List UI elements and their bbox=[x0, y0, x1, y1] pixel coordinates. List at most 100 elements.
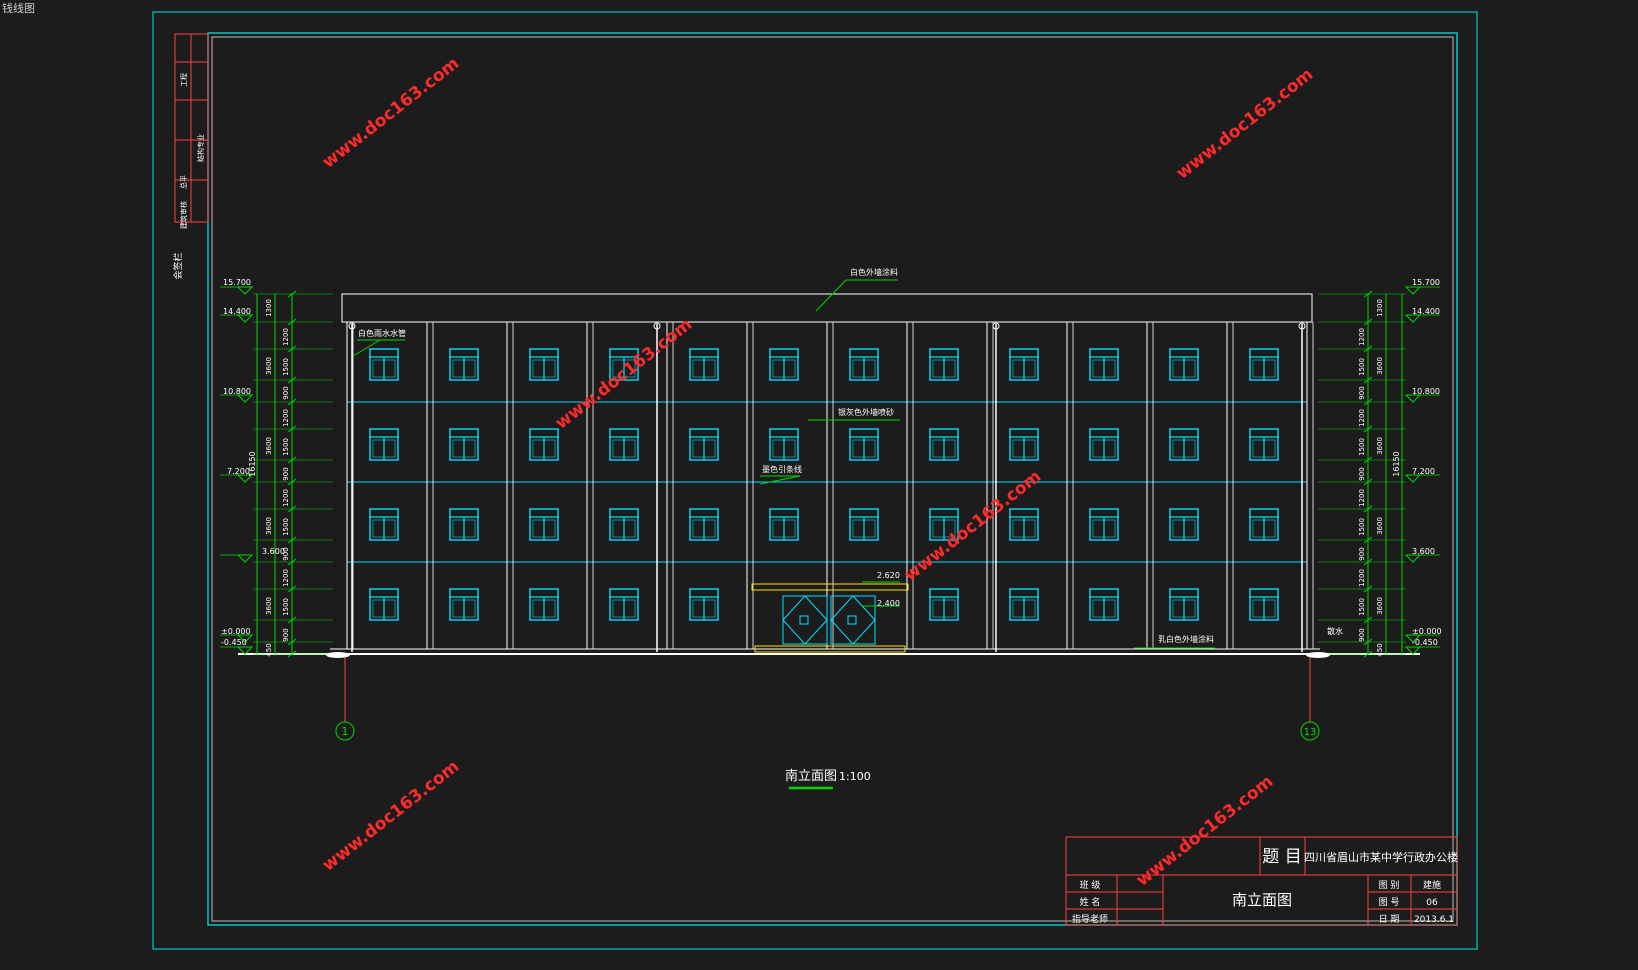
info-value-number: 06 bbox=[1426, 898, 1438, 908]
level-mark-left-6 bbox=[236, 646, 254, 655]
project-name: 四川省眉山市某中学行政办公楼 bbox=[1304, 850, 1458, 864]
row-class-label: 班 级 bbox=[1080, 879, 1101, 891]
window bbox=[1169, 508, 1199, 541]
dim-r-1: 1200 bbox=[1358, 328, 1366, 346]
door-level-top: 2.620 bbox=[877, 571, 900, 580]
window bbox=[609, 428, 639, 461]
axis-label-left: 1 bbox=[342, 725, 349, 738]
info-label-date: 日 期 bbox=[1379, 914, 1400, 925]
info-label-category: 图 别 bbox=[1379, 880, 1400, 891]
window bbox=[1089, 428, 1119, 461]
window bbox=[1089, 588, 1119, 621]
dim-l-4: 1200 bbox=[282, 409, 290, 427]
window bbox=[689, 588, 719, 621]
dim-l-12: 900 bbox=[282, 628, 290, 641]
window bbox=[1249, 348, 1279, 381]
info-value-category: 建施 bbox=[1423, 879, 1441, 891]
watermark-1: www.doc163.com bbox=[319, 54, 464, 173]
title-block-drawing-name: 南立面图 bbox=[1232, 891, 1292, 909]
window bbox=[449, 428, 479, 461]
annotations: 白色外墙涂料 白色雨水水管 银灰色外墙喷砂 墨色引条线 乳白色外墙涂料 散水 bbox=[352, 267, 1343, 649]
window bbox=[1249, 588, 1279, 621]
window bbox=[609, 508, 639, 541]
dim-r-floor-1: 3600 bbox=[1376, 357, 1384, 375]
windows bbox=[369, 348, 1279, 621]
strip-label-1: 工程 bbox=[179, 73, 188, 87]
dim-l-11: 1500 bbox=[282, 598, 290, 616]
dim-r-0: 1300 bbox=[1376, 299, 1384, 317]
dim-r-9: 900 bbox=[1358, 547, 1366, 560]
note-silver-spray: 银灰色外墙喷砂 bbox=[838, 407, 894, 417]
window bbox=[1249, 428, 1279, 461]
dim-r-11: 1500 bbox=[1358, 598, 1366, 616]
dim-r-8: 1500 bbox=[1358, 518, 1366, 536]
level-mark-right-1 bbox=[1404, 314, 1422, 323]
level-mark-left-1 bbox=[236, 314, 254, 323]
window bbox=[449, 588, 479, 621]
dim-l-floor-3: 3600 bbox=[265, 517, 273, 535]
dim-l-3: 900 bbox=[282, 386, 290, 399]
dim-l-floor-2: 3600 bbox=[265, 437, 273, 455]
window bbox=[369, 348, 399, 381]
level-right-15700: 15.700 bbox=[1412, 278, 1440, 287]
window bbox=[689, 348, 719, 381]
level-right-7200: 7.200 bbox=[1412, 467, 1435, 476]
strip-label-4: 建筑审核 bbox=[179, 201, 188, 229]
info-value-date: 2013.6.1 bbox=[1414, 915, 1454, 925]
window bbox=[1089, 348, 1119, 381]
watermark-3: www.doc163.com bbox=[552, 315, 697, 434]
dim-l-8: 1500 bbox=[282, 518, 290, 536]
row-name-label: 姓 名 bbox=[1080, 896, 1101, 908]
level-left-0000: ±0.000 bbox=[221, 627, 251, 636]
info-label-number: 图 号 bbox=[1379, 897, 1400, 908]
dims-left: 1300 1200 1500 900 1200 1500 900 1200 15… bbox=[265, 299, 290, 657]
building-elevation bbox=[238, 293, 1420, 655]
dim-l-13: 450 bbox=[265, 643, 273, 656]
level-left-0450: -0.450 bbox=[221, 638, 247, 647]
dim-r-5: 1500 bbox=[1358, 438, 1366, 456]
level-mark-right-0 bbox=[1404, 286, 1422, 295]
cad-drawing-viewport[interactable]: 钱线图 工程 结构专业 总平 建筑审核 会签栏 16150 16150 15.7… bbox=[0, 0, 1638, 970]
level-mark-right-2 bbox=[1404, 394, 1422, 403]
dim-l-0: 1300 bbox=[265, 299, 273, 317]
window bbox=[529, 428, 559, 461]
total-height-right: 16150 bbox=[1392, 451, 1401, 476]
dim-l-2: 1500 bbox=[282, 358, 290, 376]
window bbox=[929, 588, 959, 621]
watermark-5: www.doc163.com bbox=[319, 757, 464, 876]
level-left-15700: 15.700 bbox=[223, 278, 251, 287]
levels-right: 15.700 14.400 10.800 7.200 3.600 ±0.000 … bbox=[1412, 278, 1442, 647]
dim-r-3: 900 bbox=[1358, 386, 1366, 399]
strip-side-note: 会签栏 bbox=[172, 252, 184, 279]
window bbox=[1249, 508, 1279, 541]
row-advisor-label: 指导老师 bbox=[1072, 913, 1108, 925]
dims-right: 1300 1200 1500 900 1200 1500 900 1200 15… bbox=[1358, 299, 1384, 657]
note-apron: 散水 bbox=[1327, 626, 1343, 636]
window bbox=[1009, 428, 1039, 461]
door-level-bottom: 2.400 bbox=[877, 599, 900, 608]
entrance-door bbox=[751, 583, 909, 653]
window bbox=[849, 508, 879, 541]
window bbox=[929, 348, 959, 381]
level-mark-right-3 bbox=[1404, 474, 1422, 483]
level-right-0000: ±0.000 bbox=[1412, 627, 1442, 636]
window bbox=[369, 508, 399, 541]
dim-l-10: 1200 bbox=[282, 569, 290, 587]
window bbox=[529, 348, 559, 381]
dim-l-7: 1200 bbox=[282, 489, 290, 507]
title-block: 题 目 四川省眉山市某中学行政办公楼 班 级 姓 名 指导老师 南立面图 图 别… bbox=[1065, 836, 1458, 926]
dim-r-7: 1200 bbox=[1358, 489, 1366, 507]
drawing-title-text: 南立面图 bbox=[785, 768, 837, 784]
note-parapet-coating: 白色外墙涂料 bbox=[850, 267, 898, 277]
level-mark-left-0 bbox=[236, 286, 254, 295]
watermarks: www.doc163.com www.doc163.com www.doc163… bbox=[319, 54, 1318, 891]
axis-markers: 1 13 bbox=[326, 652, 1330, 741]
level-right-3600: 3.600 bbox=[1412, 547, 1435, 556]
dim-l-1: 1200 bbox=[282, 328, 290, 346]
window bbox=[1009, 588, 1039, 621]
window bbox=[769, 428, 799, 461]
note-cream-coating: 乳白色外墙涂料 bbox=[1158, 634, 1214, 644]
level-right-10800: 10.800 bbox=[1412, 387, 1440, 396]
dimension-system: 16150 16150 bbox=[220, 286, 1440, 658]
strip-label-2: 结构专业 bbox=[196, 134, 205, 162]
